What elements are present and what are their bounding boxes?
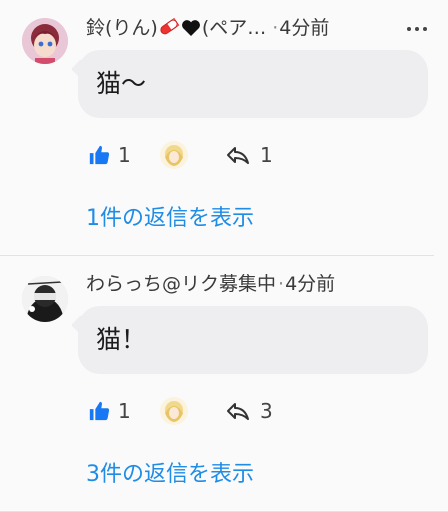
thumbs-up-icon xyxy=(89,145,110,165)
like-button[interactable]: 1 xyxy=(88,393,131,429)
reply-icon xyxy=(227,403,249,420)
avatar[interactable] xyxy=(22,276,68,322)
like-count: 1 xyxy=(118,399,131,423)
reply-count: 3 xyxy=(260,399,273,423)
pill-emoji-icon xyxy=(158,17,180,42)
timestamp: 4分前 xyxy=(279,17,330,39)
username-suffix: (ペア… xyxy=(201,17,267,39)
like-button[interactable]: 1 xyxy=(88,137,131,173)
avatar-image xyxy=(22,276,68,322)
view-replies-link[interactable]: 3件の返信を表示 xyxy=(86,458,254,492)
comment-actions: 1 3 xyxy=(88,393,428,429)
comment-item: 鈴(りん) (ペア… ·4分前 猫〜 1 1 1件の返信を表示 xyxy=(0,0,448,256)
reaction-avatar[interactable] xyxy=(160,141,188,169)
view-replies-link[interactable]: 1件の返信を表示 xyxy=(86,202,254,236)
comment-meta: 鈴(りん) (ペア… ·4分前 xyxy=(86,14,396,42)
username[interactable]: わらっち@リク募集中 xyxy=(86,273,276,295)
separator-dot: · xyxy=(278,273,285,295)
reaction-avatar[interactable] xyxy=(160,397,188,425)
black-heart-icon xyxy=(181,17,201,42)
comment-item: わらっち@リク募集中 ·4分前 猫！ 1 3 3件の返信を表示 xyxy=(0,256,448,512)
reply-button[interactable]: 1 xyxy=(226,137,273,173)
like-count: 1 xyxy=(118,143,131,167)
comment-bubble[interactable]: 猫〜 xyxy=(78,50,428,118)
more-options-button[interactable] xyxy=(404,18,430,40)
more-horizontal-icon xyxy=(407,27,427,31)
comment-text: 猫！ xyxy=(96,325,147,354)
reply-icon xyxy=(227,147,249,164)
avatar[interactable] xyxy=(22,18,68,64)
comment-meta: わらっち@リク募集中 ·4分前 xyxy=(86,270,396,298)
avatar-image xyxy=(22,18,68,64)
reply-count: 1 xyxy=(260,143,273,167)
separator-dot: · xyxy=(272,17,279,39)
timestamp: 4分前 xyxy=(285,273,336,295)
username[interactable]: 鈴(りん) xyxy=(86,17,158,39)
reply-button[interactable]: 3 xyxy=(226,393,273,429)
comment-actions: 1 1 xyxy=(88,137,428,173)
comment-bubble[interactable]: 猫！ xyxy=(78,306,428,374)
comment-text: 猫〜 xyxy=(96,69,147,98)
thumbs-up-icon xyxy=(89,401,110,421)
